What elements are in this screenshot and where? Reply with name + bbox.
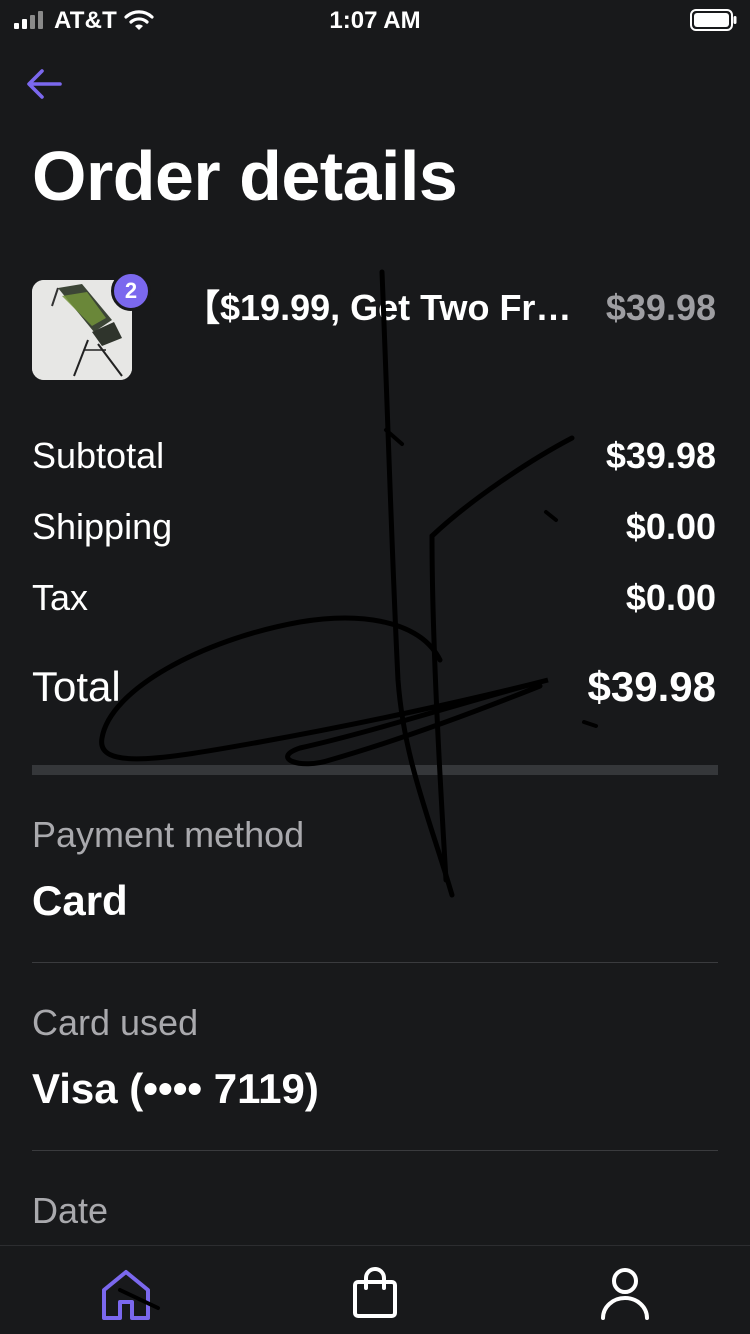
subtotal-value: $39.98 (605, 435, 716, 476)
card-used-label: Card used (32, 1002, 199, 1043)
divider (32, 1150, 718, 1151)
subtotal-row: Subtotal $39.98 (32, 431, 716, 481)
card-used-value: Visa (•••• 7119) (32, 1065, 319, 1112)
page-title: Order details (32, 137, 458, 215)
divider (32, 962, 718, 963)
product-price: $39.98 (605, 287, 716, 328)
shopping-bag-icon[interactable] (345, 1264, 405, 1324)
payment-method-label: Payment method (32, 814, 305, 855)
tax-row: Tax $0.00 (32, 573, 716, 623)
total-label: Total (32, 663, 121, 710)
date-label: Date (32, 1190, 109, 1231)
section-divider (32, 765, 718, 775)
product-title[interactable]: 【$19.99, Get Two Free Folding Camping Ch… (184, 286, 584, 330)
status-time: 1:07 AM (329, 7, 421, 34)
shipping-value: $0.00 (625, 506, 716, 547)
quantity-badge: 2 (111, 271, 151, 311)
back-arrow-icon[interactable] (22, 62, 66, 106)
tax-label: Tax (32, 577, 89, 618)
payment-method-value: Card (32, 877, 128, 924)
home-icon[interactable] (96, 1264, 156, 1324)
total-value: $39.98 (587, 663, 716, 710)
total-row: Total $39.98 (32, 662, 716, 712)
status-bar: AT&T 1:07 AM (0, 0, 750, 40)
shipping-row: Shipping $0.00 (32, 502, 716, 552)
tax-value: $0.00 (625, 577, 716, 618)
shipping-label: Shipping (32, 506, 173, 547)
battery-icon (690, 9, 737, 31)
subtotal-label: Subtotal (32, 435, 165, 476)
tab-bar (0, 1245, 750, 1334)
profile-icon[interactable] (595, 1264, 655, 1324)
